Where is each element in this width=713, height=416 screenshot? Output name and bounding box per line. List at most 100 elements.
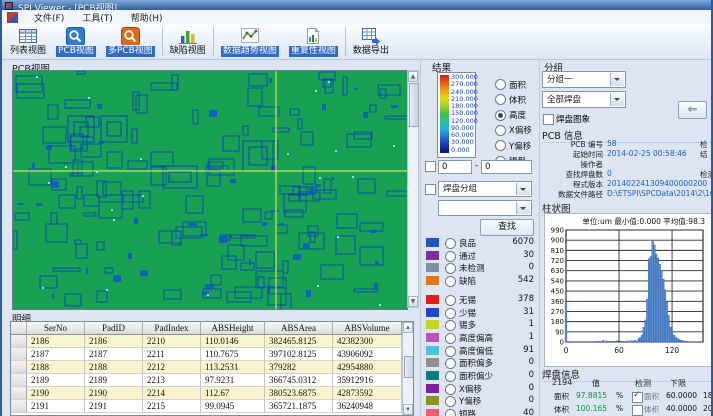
scale-tick: 0.000 [451, 147, 475, 154]
legend-item-缺陷[interactable]: 缺陷542 [423, 275, 539, 287]
table-cell: 2186 [85, 335, 143, 348]
legend-item-良品[interactable]: 良品6070 [423, 237, 539, 249]
scroll-down-icon[interactable]: ▼ [408, 296, 418, 307]
radio-icon[interactable] [445, 263, 456, 274]
table-row[interactable]: 218821882212113.253137928242954880 [11, 361, 413, 374]
radio-icon[interactable] [445, 308, 456, 319]
radio-icon[interactable] [445, 320, 456, 331]
table-row[interactable]: 219021902214112.67380523.687542873592 [11, 387, 413, 400]
pad-image-checkbox[interactable] [543, 114, 554, 125]
radio-icon[interactable] [445, 371, 456, 382]
column-header-SerNo[interactable]: SerNo [27, 322, 85, 335]
scroll-down-icon[interactable]: ▼ [403, 404, 413, 415]
row-header-cell [11, 400, 27, 413]
all-pads-select[interactable]: 全部焊盘 [542, 91, 626, 108]
toolbar-export-button[interactable]: 数据导出 [348, 25, 394, 59]
column-header-PadID[interactable]: PadID [85, 322, 143, 335]
find-button[interactable]: 查找 [480, 219, 534, 236]
back-arrow-button[interactable]: ⇐ [678, 101, 707, 119]
metric-option-Y偏移[interactable]: Y偏移 [495, 135, 531, 147]
radio-icon[interactable] [445, 384, 456, 395]
group-select[interactable]: 分组一 [542, 71, 626, 88]
legend-item-锡多[interactable]: 锡多1 [423, 319, 539, 331]
range-to-input[interactable]: 0 [481, 160, 532, 174]
pad-info-col-lower: 下限 [670, 378, 686, 389]
metric-option-面积[interactable]: 面积 [495, 74, 526, 86]
pad-check-checkbox[interactable] [632, 392, 643, 403]
metric-option-高度[interactable]: 高度 [495, 105, 526, 117]
legend-color-chip [426, 384, 439, 393]
radio-icon[interactable] [445, 238, 456, 249]
scrollbar-thumb[interactable] [404, 356, 414, 378]
radio-icon[interactable] [445, 346, 456, 357]
legend-label: 短路 [459, 408, 476, 416]
toolbar-repeat-view-button[interactable]: 重复性视图 [284, 25, 343, 59]
pcb-vertical-scrollbar[interactable]: ▲ ▼ [407, 70, 419, 308]
pad-check-checkbox[interactable] [632, 405, 643, 416]
metric-option-X偏移[interactable]: X偏移 [495, 120, 532, 132]
menu-file[interactable]: 文件(F) [25, 10, 73, 25]
radio-icon[interactable] [445, 295, 456, 306]
column-header-ABSHeight[interactable]: ABSHeight [201, 322, 265, 335]
legend-item-面积偏少[interactable]: 面积偏少0 [423, 370, 539, 382]
radio-icon[interactable] [445, 409, 456, 416]
table-row[interactable]: 218621862210110.0146382465.812542382300 [11, 335, 413, 348]
radio-icon[interactable] [445, 333, 456, 344]
pcb-canvas[interactable] [12, 70, 408, 310]
legend-item-短路[interactable]: 短路40 [423, 408, 539, 416]
toolbar-pcb-view-button[interactable]: PCB视图 [51, 25, 101, 59]
table-row[interactable]: 218721872211110.7675397102.812543906092 [11, 348, 413, 361]
legend-item-高度偏低[interactable]: 高度偏低91 [423, 345, 539, 357]
table-cell: 42954880 [333, 361, 402, 374]
svg-text:60: 60 [614, 346, 624, 355]
toolbar-button-label: 数据趋势视图 [221, 46, 279, 57]
legend-label: 少锡 [459, 307, 476, 319]
app-icon [5, 2, 13, 10]
legend-item-X偏移[interactable]: X偏移0 [423, 383, 539, 395]
scrollbar-thumb[interactable] [409, 83, 419, 127]
secondary-select[interactable] [438, 200, 532, 216]
legend-item-少锡[interactable]: 少锡31 [423, 307, 539, 319]
pcb-info-value: 0 [607, 169, 612, 178]
radio-icon[interactable] [445, 276, 456, 287]
legend-item-未检测[interactable]: 未检测0 [423, 262, 539, 274]
metric-option-体积[interactable]: 体积 [495, 89, 526, 101]
details-vertical-scrollbar[interactable]: ▲ ▼ [402, 322, 413, 415]
toolbar-separator [345, 27, 346, 56]
table-row[interactable]: 21912191221599.0945365721.187536240948 [11, 400, 413, 413]
row-header-cell [11, 361, 27, 374]
toolbar-multi-pcb-view-button[interactable]: 多PCB视图 [101, 25, 160, 59]
legend-item-面积偏多[interactable]: 面积偏多0 [423, 357, 539, 369]
radio-icon[interactable] [445, 358, 456, 369]
svg-text:540: 540 [551, 277, 564, 285]
legend-item-通过[interactable]: 通过30 [423, 250, 539, 262]
range-filter-checkbox[interactable] [425, 161, 436, 172]
radio-icon[interactable] [445, 396, 456, 407]
pad-group-checkbox[interactable] [425, 184, 436, 195]
svg-text:630: 630 [551, 267, 564, 275]
legend-label: X偏移 [459, 383, 482, 395]
scroll-up-icon[interactable]: ▲ [408, 71, 418, 82]
toolbar-trend-view-button[interactable]: 数据趋势视图 [216, 25, 284, 59]
legend-item-无锡[interactable]: 无锡378 [423, 294, 539, 306]
table-cell: 2189 [27, 374, 85, 387]
table-row[interactable]: 21892189221397.9231366745.031235912916 [11, 374, 413, 387]
menu-help[interactable]: 帮助(H) [122, 10, 172, 25]
legend-item-高度偏高[interactable]: 高度偏高1 [423, 332, 539, 344]
column-header-ABSVolume[interactable]: ABSVolume [333, 322, 402, 335]
toolbar-list-view-button[interactable]: 列表视图 [5, 25, 51, 59]
toolbar-defect-view-button[interactable]: 缺陷视图 [165, 25, 211, 59]
legend-item-Y偏移[interactable]: Y偏移0 [423, 395, 539, 407]
multi-pcb-view-icon [121, 27, 140, 45]
panel-splitter[interactable] [420, 60, 421, 416]
column-header-ABSArea[interactable]: ABSArea [265, 322, 333, 335]
column-header-PadIndex[interactable]: PadIndex [143, 322, 201, 335]
svg-text:180: 180 [551, 318, 564, 326]
menu-tools[interactable]: 工具(T) [73, 10, 122, 25]
pad-group-select[interactable]: 焊盘分组 [438, 181, 532, 197]
details-table[interactable]: SerNoPadIDPadIndexABSHeightABSAreaABSVol… [10, 321, 414, 416]
radio-icon[interactable] [445, 251, 456, 262]
table-cell: 2187 [85, 348, 143, 361]
range-from-input[interactable]: 0 [438, 160, 472, 174]
scroll-up-icon[interactable]: ▲ [403, 322, 413, 333]
